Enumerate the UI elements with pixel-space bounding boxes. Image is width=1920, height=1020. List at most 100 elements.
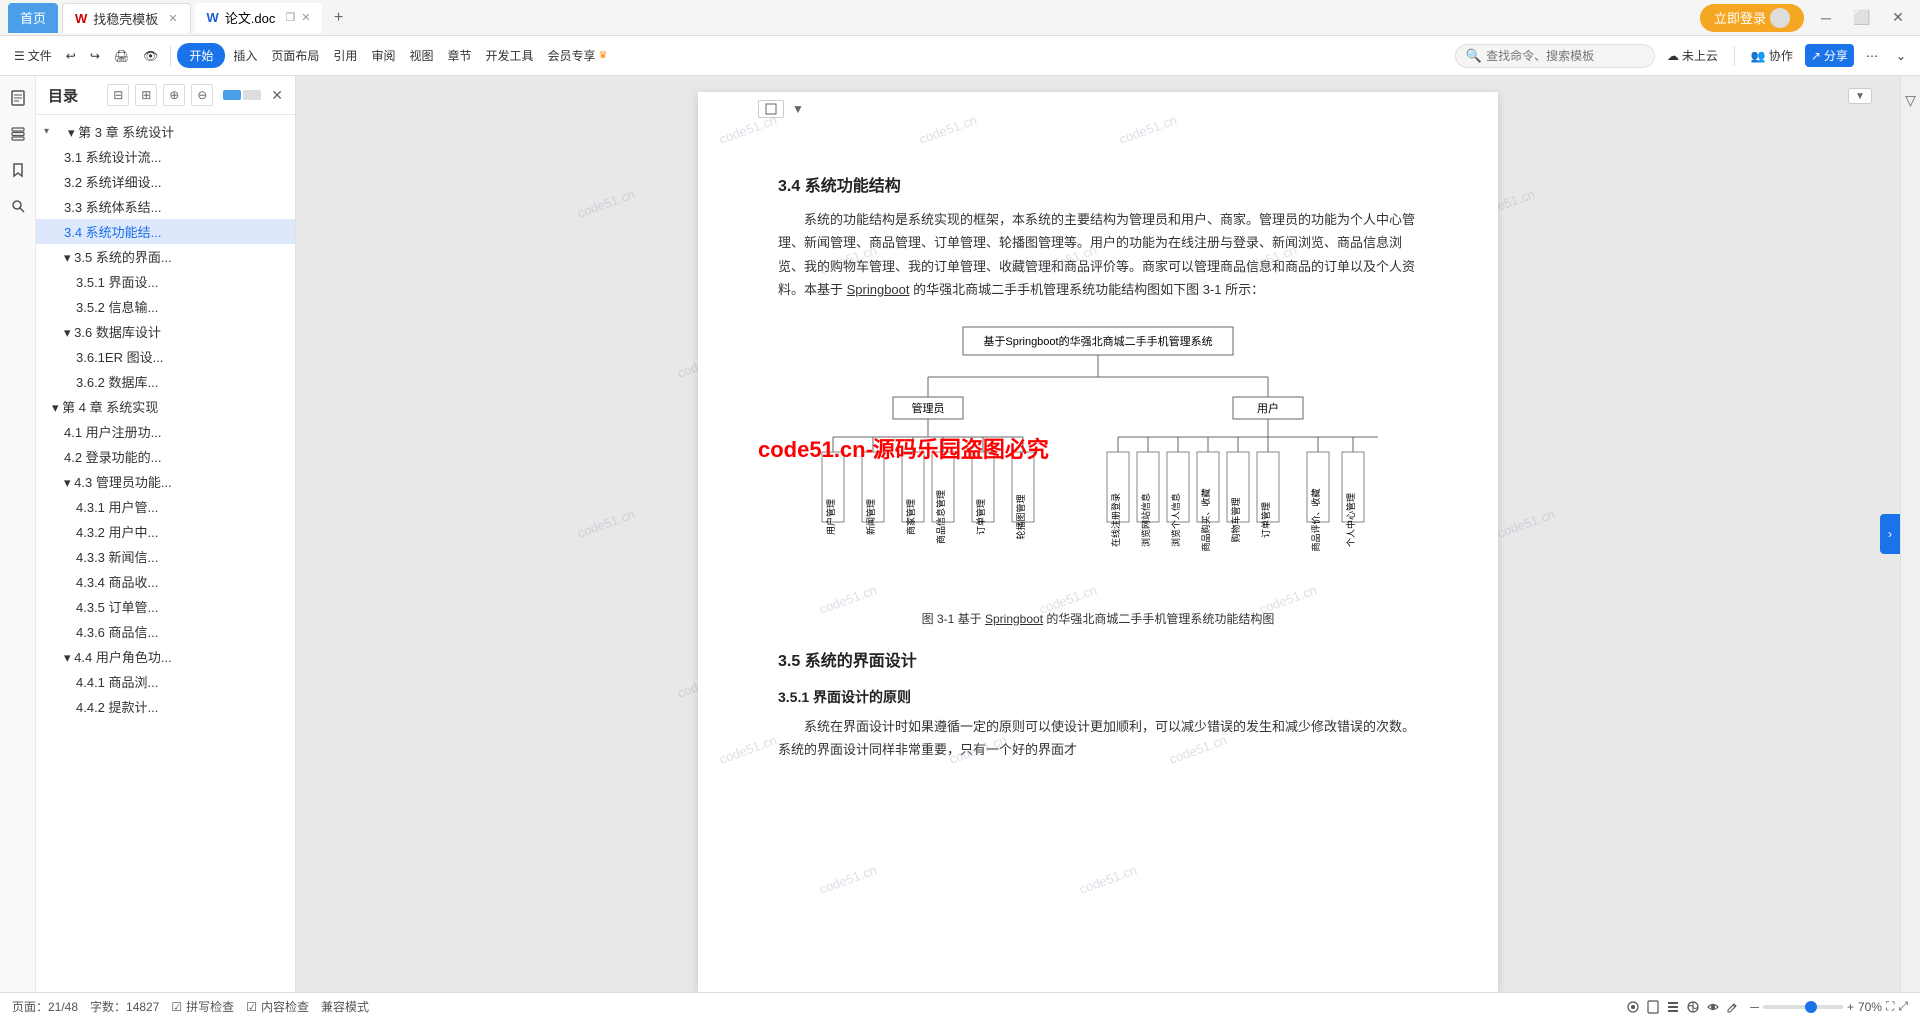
toc-item-3-6-1[interactable]: 3.6.1ER 图设...: [36, 344, 295, 369]
zoom-level[interactable]: 70%: [1858, 1000, 1882, 1014]
status-page[interactable]: 页面：21/48: [12, 998, 78, 1015]
toc-item-4-4-2[interactable]: 4.4.2 提款计...: [36, 694, 295, 719]
tab-restore-icon[interactable]: ❐: [285, 11, 295, 24]
restore-button[interactable]: ⬜: [1848, 4, 1876, 32]
toc-item-4-3[interactable]: ▾ 4.3 管理员功能...: [36, 469, 295, 494]
toolbar-member[interactable]: 会员专享 ♛: [542, 44, 614, 67]
toolbar-view[interactable]: 视图: [403, 44, 439, 67]
tab-doc[interactable]: W 论文.doc ❐ ✕: [195, 3, 323, 33]
toolbar-preview[interactable]: 👁: [137, 46, 164, 66]
toc-item-4-2[interactable]: 4.2 登录功能的...: [36, 444, 295, 469]
toc-item-4-3-6[interactable]: 4.3.6 商品信...: [36, 619, 295, 644]
close-button[interactable]: ✕: [1884, 4, 1912, 32]
zoom-plus-btn[interactable]: +: [1847, 1000, 1854, 1014]
svg-text:浏览网站信息: 浏览网站信息: [1140, 493, 1151, 547]
toc-item-3-6-2[interactable]: 3.6.2 数据库...: [36, 369, 295, 394]
toc-item-3-5[interactable]: ▾ 3.5 系统的界面...: [36, 244, 295, 269]
status-spell[interactable]: ☑ 拼写检查: [171, 998, 234, 1015]
toc-item-ch3[interactable]: ▾ ▾ 第 3 章 系统设计: [36, 119, 295, 144]
toolbar-review[interactable]: 审阅: [365, 44, 401, 67]
doc-tab-close[interactable]: ✕: [301, 11, 310, 24]
toolbar-cloud[interactable]: ☁ 未上云: [1661, 44, 1724, 67]
status-wordcount[interactable]: 字数：14827: [90, 998, 159, 1015]
view-doc[interactable]: [1646, 1000, 1660, 1014]
section-3-5-title: 3.5 系统的界面设计: [778, 647, 1418, 671]
toc-item-4-3-3[interactable]: 4.3.3 新闻信...: [36, 544, 295, 569]
toolbar-reference[interactable]: 引用: [327, 44, 363, 67]
tab-wps[interactable]: W 找稳壳模板 ✕: [62, 3, 191, 33]
status-compat[interactable]: 兼容模式: [321, 998, 369, 1015]
zoom-slider[interactable]: [1763, 1005, 1843, 1009]
toolbar-expand[interactable]: ⌄: [1890, 46, 1912, 66]
toolbar-file[interactable]: ☰ 文件: [8, 44, 58, 67]
toolbar-chapter[interactable]: 章节: [441, 44, 477, 67]
toc-label-3-3: 3.3 系统体系结...: [64, 197, 162, 216]
status-spell-icon: ☑: [171, 1000, 182, 1014]
status-content[interactable]: ☑ 内容检查: [246, 998, 309, 1015]
toc-item-4-4[interactable]: ▾ 4.4 用户角色功...: [36, 644, 295, 669]
toc-item-4-3-2[interactable]: 4.3.2 用户中...: [36, 519, 295, 544]
login-button[interactable]: 立即登录: [1700, 4, 1804, 32]
scroll-hint-top: ▼: [1848, 88, 1872, 104]
view-eye[interactable]: [1706, 1000, 1720, 1014]
toolbar-share[interactable]: ↗ 分享: [1805, 44, 1854, 67]
toc-item-4-4-1[interactable]: 4.4.1 商品浏...: [36, 669, 295, 694]
fullscreen-btn[interactable]: ⛶: [1886, 999, 1894, 1014]
toc-item-3-2[interactable]: 3.2 系统详细设...: [36, 169, 295, 194]
wps-tab-close[interactable]: ✕: [168, 12, 177, 25]
toolbar-collab[interactable]: 👥 协作: [1745, 44, 1799, 67]
toc-item-3-1[interactable]: 3.1 系统设计流...: [36, 144, 295, 169]
toolbar-print[interactable]: 🖨: [108, 46, 135, 66]
tab-home[interactable]: 首页: [8, 3, 58, 33]
toc-item-4-3-5[interactable]: 4.3.5 订单管...: [36, 594, 295, 619]
float-expand-button[interactable]: ›: [1880, 514, 1900, 554]
diagram-caption: 图 3-1 基于 Springboot 的华强北商城二手手机管理系统功能结构图: [922, 610, 1275, 627]
view-web[interactable]: [1686, 1000, 1700, 1014]
toc-item-3-6[interactable]: ▾ 3.6 数据库设计: [36, 319, 295, 344]
search-input[interactable]: [1486, 49, 1636, 63]
zoom-minus-btn[interactable]: ─: [1750, 1000, 1759, 1014]
add-tab-button[interactable]: +: [326, 6, 350, 30]
toolbar-layout[interactable]: 页面布局: [265, 44, 325, 67]
nav-icon-bookmark[interactable]: [4, 156, 32, 184]
toc-item-4-3-1[interactable]: 4.3.1 用户管...: [36, 494, 295, 519]
toc-item-4-1[interactable]: 4.1 用户注册功...: [36, 419, 295, 444]
springboot-ref: Springboot: [847, 282, 910, 297]
search-box[interactable]: 🔍: [1455, 44, 1655, 68]
toolbar-more[interactable]: ⋯: [1860, 46, 1884, 66]
nav-icon-search[interactable]: [4, 192, 32, 220]
toolbar-insert[interactable]: 插入: [227, 44, 263, 67]
status-spell-label: 拼写检查: [186, 998, 234, 1015]
minimize-button[interactable]: ─: [1812, 4, 1840, 32]
page-layout-icon[interactable]: [758, 100, 784, 118]
toc-item-3-3[interactable]: 3.3 系统体系结...: [36, 194, 295, 219]
view-read[interactable]: [1626, 1000, 1640, 1014]
status-content-icon: ☑: [246, 1000, 257, 1014]
toolbar-redo[interactable]: ↪: [84, 46, 106, 66]
sidebar-icon-remove[interactable]: ⊖: [191, 84, 213, 106]
sidebar-toggle-inactive[interactable]: [243, 90, 261, 100]
toc-item-ch4[interactable]: ▾ 第 4 章 系统实现: [36, 394, 295, 419]
system-diagram: 基于Springboot的华强北商城二手手机管理系统 管理员: [778, 322, 1418, 627]
toolbar-dev[interactable]: 开发工具: [479, 44, 539, 67]
section-3-4-title: 3.4 系统功能结构: [778, 172, 1418, 196]
sidebar-toggle-active[interactable]: [223, 90, 241, 100]
toc-item-3-5-1[interactable]: 3.5.1 界面设...: [36, 269, 295, 294]
sidebar-icon-expand[interactable]: ⊟: [107, 84, 129, 106]
expand-btn[interactable]: ⤢: [1898, 999, 1908, 1014]
sidebar-icon-add[interactable]: ⊕: [163, 84, 185, 106]
toc-item-4-3-4[interactable]: 4.3.4 商品收...: [36, 569, 295, 594]
sidebar-icon-collapse[interactable]: ⊞: [135, 84, 157, 106]
toc-item-3-5-2[interactable]: 3.5.2 信息输...: [36, 294, 295, 319]
view-list[interactable]: [1666, 1000, 1680, 1014]
nav-icon-layers[interactable]: [4, 120, 32, 148]
view-edit[interactable]: [1726, 1000, 1740, 1014]
toc-label-3-6: ▾ 3.6 数据库设计: [64, 322, 161, 341]
sidebar-close[interactable]: ✕: [271, 87, 283, 104]
toolbar-start[interactable]: 开始: [177, 43, 225, 68]
filter-icon[interactable]: ▽: [1905, 92, 1916, 109]
toc-item-3-4[interactable]: 3.4 系统功能结...: [36, 219, 295, 244]
toolbar-undo[interactable]: ↩: [60, 46, 82, 66]
svg-text:用户管理: 用户管理: [825, 499, 836, 535]
nav-icon-doc[interactable]: [4, 84, 32, 112]
